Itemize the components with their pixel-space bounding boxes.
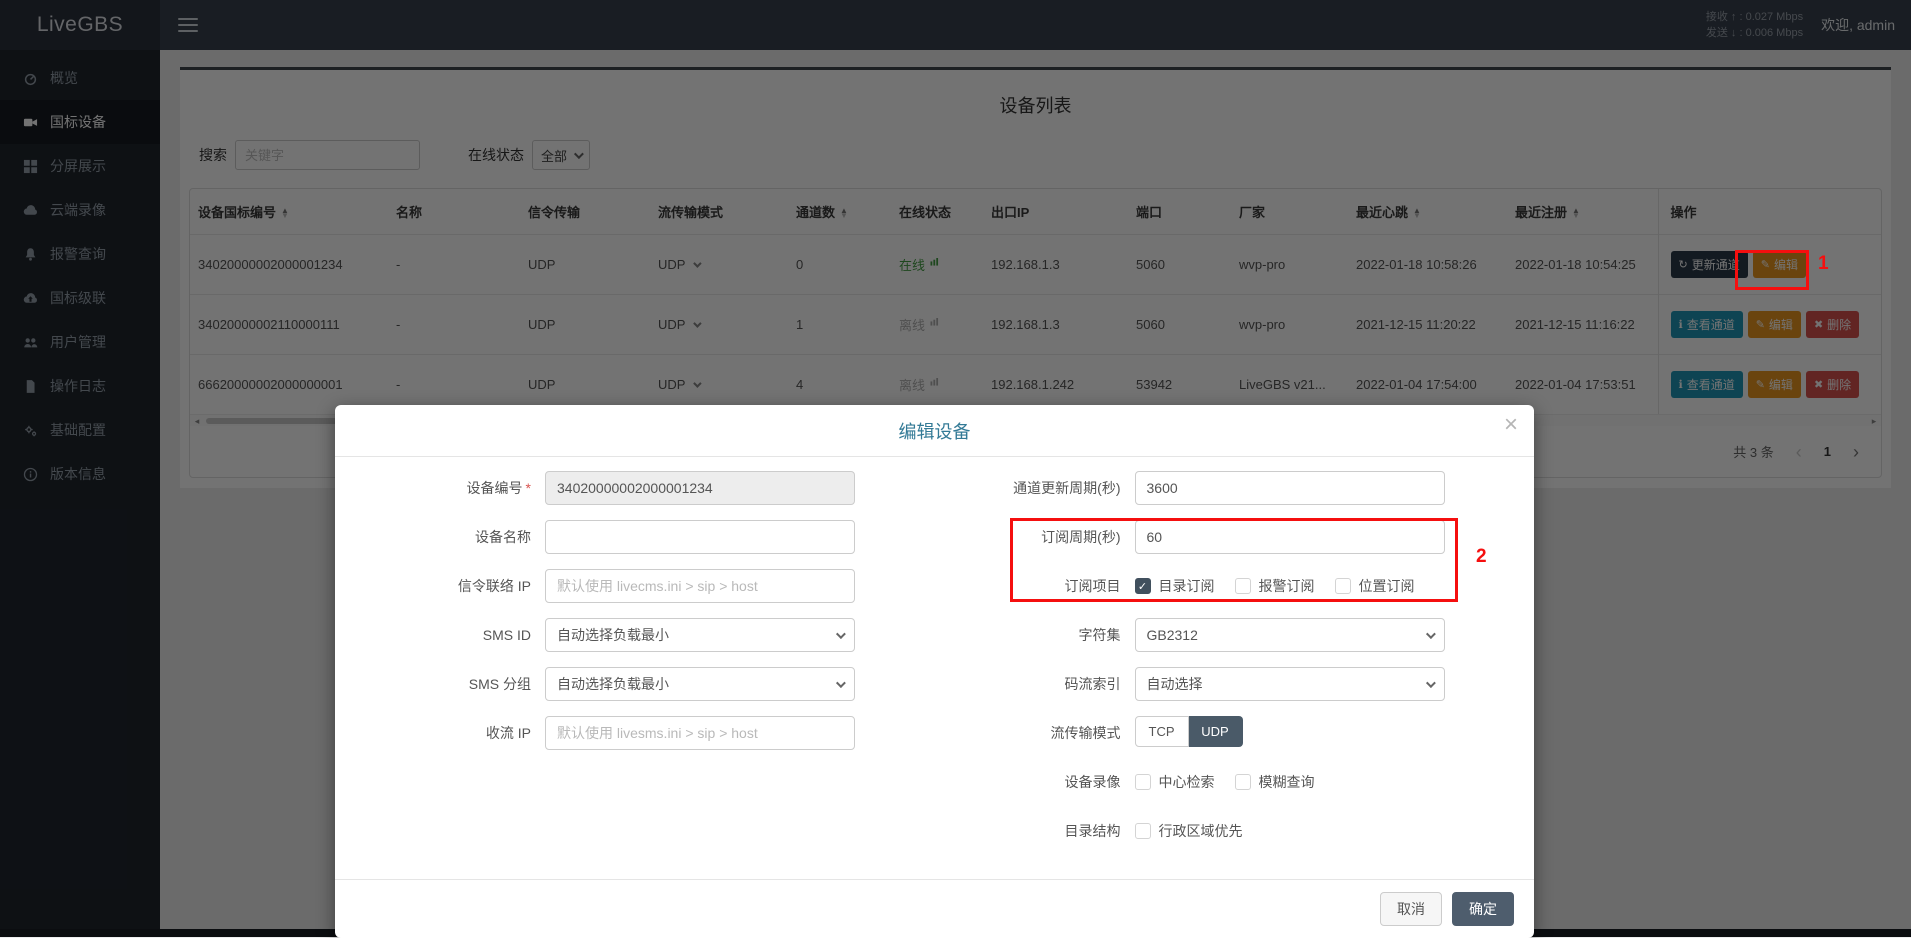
stream-receive-ip-control	[545, 716, 855, 750]
sip-contact-ip-input[interactable]	[545, 569, 855, 603]
field-label-text: 码流索引	[1065, 676, 1121, 692]
sms-id-row: SMS ID 自动选择负载最小	[360, 618, 935, 652]
chevron-down-icon	[1425, 629, 1435, 639]
dialog-footer: 取消 确定	[335, 879, 1534, 938]
stream-transport-tcp-button[interactable]: TCP	[1135, 716, 1189, 747]
required-mark: *	[526, 480, 531, 496]
select-value: GB2312	[1147, 627, 1198, 643]
dialog-left-column: 设备编号* 设备名称信令联络 IP SMS ID 自动选择负载最小 SMS 分组 自动选择…	[360, 471, 935, 863]
charset-control: GB2312	[1135, 618, 1445, 652]
device-record-label: 设备录像	[935, 765, 1135, 799]
stream-transport-row: 流传输模式 TCPUDP	[935, 716, 1510, 750]
stream-index-control: 自动选择	[1135, 667, 1445, 701]
channel-update-period-input[interactable]	[1135, 471, 1445, 505]
sms-id-select[interactable]: 自动选择负载最小	[545, 618, 855, 652]
sms-group-label: SMS 分组	[360, 667, 545, 701]
field-label-text: 收流 IP	[486, 725, 531, 741]
stream-receive-ip-label: 收流 IP	[360, 716, 545, 750]
annotation-box-2	[1010, 518, 1458, 602]
stream-receive-ip-row: 收流 IP	[360, 716, 935, 750]
charset-select[interactable]: GB2312	[1135, 618, 1445, 652]
device-record-option[interactable]: 模糊查询	[1235, 772, 1315, 792]
sms-group-select[interactable]: 自动选择负载最小	[545, 667, 855, 701]
device-id-control	[545, 471, 855, 505]
select-value: 自动选择	[1147, 674, 1203, 694]
charset-row: 字符集 GB2312	[935, 618, 1510, 652]
field-label-text: 设备编号	[467, 480, 523, 496]
device-name-label: 设备名称	[360, 520, 545, 554]
chevron-down-icon	[836, 678, 846, 688]
edit-device-dialog: 编辑设备 × 设备编号*设备名称信令联络 IPSMS ID自动选择负载最小SMS…	[335, 405, 1534, 938]
field-label-text: 设备录像	[1065, 774, 1121, 790]
sms-id-control: 自动选择负载最小	[545, 618, 855, 652]
dialog-header: 编辑设备 ×	[335, 405, 1534, 457]
annotation-label-2: 2	[1476, 546, 1487, 568]
sms-id-label: SMS ID	[360, 618, 545, 652]
field-label-text: 设备名称	[475, 529, 531, 545]
stream-index-select[interactable]: 自动选择	[1135, 667, 1445, 701]
annotation-label-1: 1	[1818, 253, 1829, 275]
device-record-option[interactable]: 中心检索	[1135, 772, 1215, 792]
dialog-title: 编辑设备	[899, 418, 971, 444]
channel-update-period-control	[1135, 471, 1445, 505]
stream-index-label: 码流索引	[935, 667, 1135, 701]
sip-contact-ip-control	[545, 569, 855, 603]
device-id-input	[545, 471, 855, 505]
sms-group-row: SMS 分组 自动选择负载最小	[360, 667, 935, 701]
field-label-text: SMS ID	[483, 627, 531, 643]
channel-update-period-row: 通道更新周期(秒)	[935, 471, 1510, 505]
charset-label: 字符集	[935, 618, 1135, 652]
stream-transport-toggle: TCPUDP	[1135, 716, 1243, 747]
catalog-structure-option[interactable]: 行政区域优先	[1135, 821, 1243, 841]
close-icon[interactable]: ×	[1504, 413, 1518, 437]
device-record-control: 中心检索 模糊查询	[1135, 765, 1445, 799]
stream-transport-udp-button[interactable]: UDP	[1189, 716, 1243, 747]
confirm-button[interactable]: 确定	[1452, 892, 1514, 926]
catalog-structure-label: 目录结构	[935, 814, 1135, 848]
checkbox[interactable]	[1135, 774, 1151, 790]
device-name-input[interactable]	[545, 520, 855, 554]
field-label-text: 目录结构	[1065, 823, 1121, 839]
field-label-text: 信令联络 IP	[458, 578, 531, 594]
checkbox-label: 行政区域优先	[1159, 821, 1243, 841]
stream-transport-control: TCPUDP	[1135, 716, 1445, 750]
chevron-down-icon	[836, 629, 846, 639]
stream-transport-label: 流传输模式	[935, 716, 1135, 750]
checkbox[interactable]	[1135, 823, 1151, 839]
catalog-structure-row: 目录结构 行政区域优先	[935, 814, 1510, 848]
checkbox[interactable]	[1235, 774, 1251, 790]
device-record-group: 中心检索 模糊查询	[1135, 765, 1445, 799]
catalog-structure-group: 行政区域优先	[1135, 814, 1445, 848]
select-value: 自动选择负载最小	[557, 625, 669, 645]
device-id-label: 设备编号*	[360, 471, 545, 505]
sip-contact-ip-label: 信令联络 IP	[360, 569, 545, 603]
chevron-down-icon	[1425, 678, 1435, 688]
catalog-structure-control: 行政区域优先	[1135, 814, 1445, 848]
stream-index-row: 码流索引 自动选择	[935, 667, 1510, 701]
device-name-control	[545, 520, 855, 554]
sms-group-control: 自动选择负载最小	[545, 667, 855, 701]
device-record-row: 设备录像 中心检索 模糊查询	[935, 765, 1510, 799]
field-label-text: 流传输模式	[1051, 725, 1121, 741]
cancel-button[interactable]: 取消	[1380, 892, 1442, 926]
stream-receive-ip-input[interactable]	[545, 716, 855, 750]
select-value: 自动选择负载最小	[557, 674, 669, 694]
field-label-text: 字符集	[1079, 627, 1121, 643]
checkbox-label: 模糊查询	[1259, 772, 1315, 792]
field-label-text: 通道更新周期(秒)	[1013, 480, 1120, 496]
field-label-text: SMS 分组	[469, 676, 531, 692]
device-name-row: 设备名称	[360, 520, 935, 554]
channel-update-period-label: 通道更新周期(秒)	[935, 471, 1135, 505]
device-id-row: 设备编号*	[360, 471, 935, 505]
sip-contact-ip-row: 信令联络 IP	[360, 569, 935, 603]
checkbox-label: 中心检索	[1159, 772, 1215, 792]
annotation-box-1	[1735, 250, 1809, 290]
